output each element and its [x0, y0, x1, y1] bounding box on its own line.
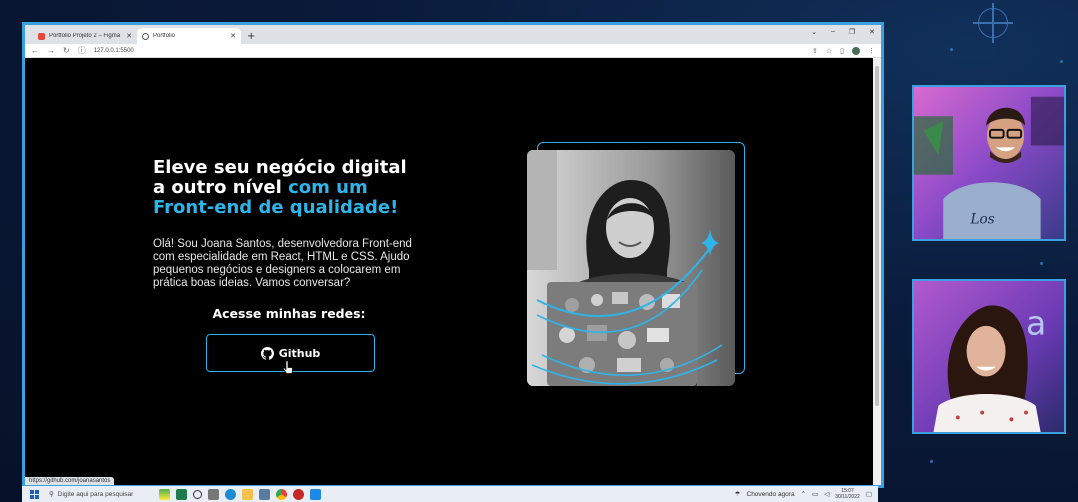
menu-icon[interactable]: ⋮	[868, 47, 875, 55]
decor-dot	[930, 460, 933, 463]
decor-dot	[950, 48, 953, 51]
webcam-image: a	[914, 281, 1064, 432]
network-icon[interactable]: ▭	[812, 490, 818, 498]
tab-title: Portfolio Projeto 2 – Figma	[49, 33, 121, 39]
taskbar: ⚲ Digite aqui para pesquisar ☂ Chovendo …	[22, 486, 878, 502]
search-placeholder: Digite aqui para pesquisar	[57, 490, 134, 498]
windows-start-icon[interactable]	[30, 489, 39, 499]
tab-bar: Portfolio Projeto 2 – Figma ✕ Portfolio …	[25, 25, 881, 44]
widget-icon[interactable]	[176, 488, 187, 500]
close-window-button[interactable]: ✕	[869, 28, 875, 36]
chevron-down-icon[interactable]: ⌄	[811, 28, 817, 36]
status-link-preview: https://github.com/joanasantos	[25, 477, 115, 485]
intro-paragraph: Olá! Sou Joana Santos, desenvolvedora Fr…	[153, 238, 412, 289]
sparkle-icon	[701, 230, 719, 256]
pointer-cursor-icon	[283, 361, 293, 374]
vscode-icon[interactable]	[310, 488, 321, 500]
widget-icon[interactable]	[159, 488, 170, 500]
github-label: Github	[278, 346, 321, 360]
system-tray: ☂ Chovendo agora ⌃ ▭ ◁ 15:07 30/11/2022 …	[735, 488, 878, 500]
webcam-image: Los	[914, 87, 1064, 239]
page-viewport: Eleve seu negócio digital a outro nível …	[25, 58, 881, 485]
chevron-up-icon[interactable]: ⌃	[801, 490, 806, 498]
svg-text:a: a	[1026, 304, 1046, 343]
close-icon[interactable]: ✕	[126, 32, 132, 40]
cortana-icon[interactable]	[193, 489, 202, 499]
task-view-icon[interactable]	[208, 488, 219, 500]
clock-date: 30/11/2022	[835, 494, 860, 500]
social-heading: Acesse minhas redes:	[212, 306, 366, 321]
store-icon[interactable]	[259, 488, 270, 500]
taskbar-search[interactable]: ⚲ Digite aqui para pesquisar	[45, 490, 153, 499]
info-icon[interactable]: ⓘ	[78, 45, 86, 56]
notification-icon[interactable]: ▢	[866, 490, 872, 498]
clock[interactable]: 15:07 30/11/2022	[835, 488, 860, 500]
github-icon	[260, 346, 274, 360]
window-controls: ⌄ – ❐ ✕	[811, 28, 875, 36]
edge-icon[interactable]	[225, 488, 236, 500]
maximize-button[interactable]: ❐	[849, 28, 855, 36]
profile-photo	[527, 150, 735, 386]
app-icon[interactable]	[293, 488, 304, 500]
reload-icon[interactable]: ↻	[63, 46, 70, 55]
share-icon[interactable]: ⇪	[812, 47, 818, 55]
chrome-icon[interactable]	[276, 488, 287, 500]
volume-icon[interactable]: ◁	[824, 490, 829, 498]
profile-avatar[interactable]	[852, 46, 860, 55]
globe-icon	[142, 32, 149, 40]
title-highlight: com um	[288, 177, 368, 198]
weather-icon: ☂	[734, 491, 741, 498]
title-line-3: Front-end de qualidade!	[153, 197, 399, 218]
decor-dot	[1040, 262, 1043, 265]
figma-icon	[38, 32, 45, 40]
webcam-presenter-2: a	[912, 279, 1066, 434]
title-line-2: a outro nível	[153, 177, 289, 198]
tab-title: Portfolio	[153, 33, 176, 39]
star-icon[interactable]: ☆	[826, 47, 832, 55]
back-icon[interactable]: ←	[31, 46, 39, 55]
close-icon[interactable]: ✕	[230, 32, 236, 40]
scrollbar[interactable]	[873, 58, 881, 485]
webcam-presenter-1: Los	[912, 85, 1066, 241]
weather-text[interactable]: Chovendo agora	[747, 491, 795, 498]
tab-portfolio[interactable]: Portfolio ✕	[137, 28, 241, 44]
hero-title: Eleve seu negócio digital a outro nível …	[153, 158, 453, 218]
sidebar-icon[interactable]: ▯	[840, 47, 844, 55]
tab-figma[interactable]: Portfolio Projeto 2 – Figma ✕	[33, 28, 137, 44]
photo-image	[527, 150, 735, 386]
forward-icon[interactable]: →	[47, 46, 55, 55]
url-input[interactable]: 127.0.0.1:5500	[94, 48, 804, 54]
minimize-button[interactable]: –	[831, 28, 835, 36]
address-bar: ← → ↻ ⓘ 127.0.0.1:5500 ⇪ ☆ ▯ ⋮	[25, 44, 881, 58]
svg-text:Los: Los	[969, 211, 994, 227]
search-icon: ⚲	[49, 491, 54, 498]
file-explorer-icon[interactable]	[242, 488, 253, 500]
title-line-1: Eleve seu negócio digital	[153, 157, 407, 178]
browser-window: Portfolio Projeto 2 – Figma ✕ Portfolio …	[22, 22, 884, 488]
new-tab-button[interactable]: +	[247, 31, 255, 42]
decor-dot	[1060, 60, 1063, 63]
crosshair-decoration	[973, 3, 1013, 43]
